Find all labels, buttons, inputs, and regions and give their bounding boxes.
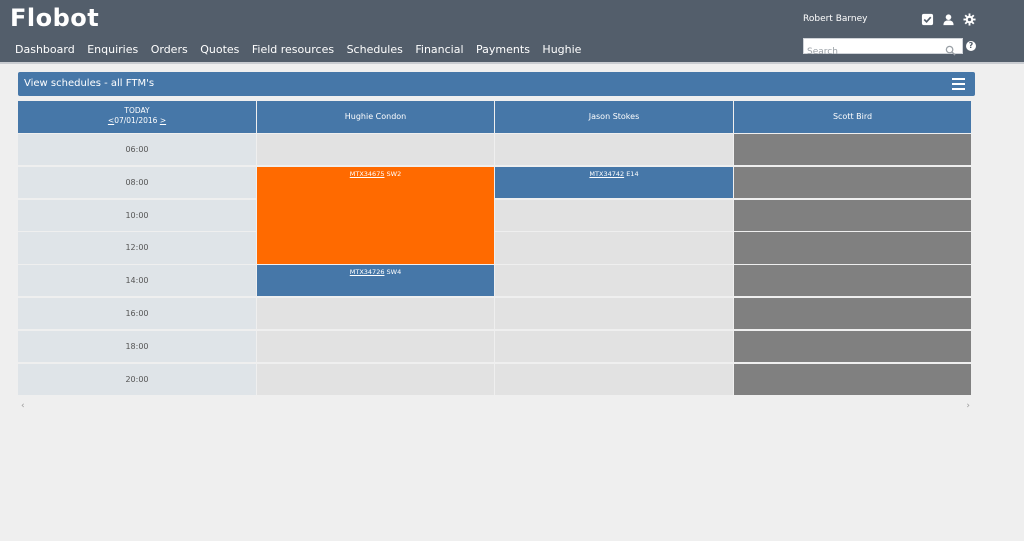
panel-header: View schedules - all FTM's <box>18 72 975 96</box>
date-header: TODAY <07/01/2016 > <box>18 101 256 133</box>
job-link[interactable]: MTX34726 <box>350 268 385 276</box>
panel-title: View schedules - all FTM's <box>24 78 155 89</box>
time-slot-label: 12:00 <box>18 232 256 264</box>
schedule-slot[interactable] <box>495 199 733 231</box>
search-input[interactable] <box>804 45 942 59</box>
time-slot-label: 06:00 <box>18 134 256 166</box>
schedule-slot[interactable] <box>257 134 494 166</box>
date-nav: <07/01/2016 > <box>18 116 256 126</box>
resource-header[interactable]: Scott Bird <box>734 101 971 133</box>
unavailable-slot <box>734 134 971 166</box>
nav-field-resources[interactable]: Field resources <box>252 43 334 56</box>
schedule-slot[interactable] <box>257 330 494 363</box>
schedule-slot[interactable] <box>495 232 733 264</box>
scroll-left-icon[interactable]: ‹ <box>21 401 25 411</box>
search-box <box>803 38 963 59</box>
current-date: 07/01/2016 <box>114 116 158 125</box>
next-day-button[interactable]: > <box>160 116 166 125</box>
menu-icon[interactable] <box>952 78 965 90</box>
time-slot-label: 20:00 <box>18 363 256 395</box>
job-postcode: SW2 <box>386 169 402 178</box>
job-block[interactable]: MTX34675 SW2 <box>257 166 494 264</box>
schedule-slot[interactable] <box>495 363 733 395</box>
nav-enquiries[interactable]: Enquiries <box>87 43 138 56</box>
schedule-grid: TODAY <07/01/2016 > Hughie Condon Jason Sto… <box>18 101 973 397</box>
main-nav: Dashboard Enquiries Orders Quotes Field … <box>15 43 594 56</box>
job-postcode: E14 <box>626 169 639 178</box>
time-slot-label: 08:00 <box>18 166 256 199</box>
nav-quotes[interactable]: Quotes <box>200 43 239 56</box>
unavailable-slot <box>734 363 971 395</box>
job-postcode: SW4 <box>386 268 402 277</box>
resource-header[interactable]: Hughie Condon <box>257 101 494 133</box>
nav-orders[interactable]: Orders <box>151 43 188 56</box>
user-name[interactable]: Robert Barney <box>803 14 868 24</box>
unavailable-slot <box>734 265 971 297</box>
schedule-slot[interactable] <box>495 134 733 166</box>
top-bar: Flobot Dashboard Enquiries Orders Quotes… <box>0 0 1024 64</box>
unavailable-slot <box>734 232 971 264</box>
nav-dashboard[interactable]: Dashboard <box>15 43 75 56</box>
app-logo[interactable]: Flobot <box>10 4 99 32</box>
job-block[interactable]: MTX34726 SW4 <box>257 265 494 297</box>
checkbox-icon[interactable] <box>920 12 934 26</box>
gear-icon[interactable] <box>962 12 976 26</box>
schedule-slot[interactable] <box>257 363 494 395</box>
unavailable-slot <box>734 298 971 330</box>
nav-financial[interactable]: Financial <box>415 43 463 56</box>
time-slot-label: 14:00 <box>18 265 256 297</box>
scroll-right-icon[interactable]: › <box>966 401 970 411</box>
schedule-slot[interactable] <box>495 298 733 330</box>
unavailable-slot <box>734 330 971 363</box>
job-link[interactable]: MTX34675 <box>350 170 385 178</box>
horizontal-scrollbar[interactable]: ‹ › <box>18 401 973 413</box>
today-label: TODAY <box>124 106 150 115</box>
top-icons <box>920 12 976 26</box>
job-block[interactable]: MTX34742 E14 <box>495 166 733 199</box>
time-slot-label: 18:00 <box>18 330 256 363</box>
schedule-slot[interactable] <box>495 330 733 363</box>
time-slot-label: 16:00 <box>18 298 256 330</box>
schedule-slot[interactable] <box>257 298 494 330</box>
time-slot-label: 10:00 <box>18 199 256 231</box>
nav-schedules[interactable]: Schedules <box>347 43 403 56</box>
help-icon[interactable]: ? <box>966 41 976 51</box>
unavailable-slot <box>734 166 971 199</box>
search-icon[interactable] <box>945 41 956 56</box>
schedule-slot[interactable] <box>495 265 733 297</box>
user-icon[interactable] <box>941 12 955 26</box>
nav-payments[interactable]: Payments <box>476 43 530 56</box>
unavailable-slot <box>734 199 971 231</box>
job-link[interactable]: MTX34742 <box>589 170 624 178</box>
nav-hughie[interactable]: Hughie <box>542 43 581 56</box>
resource-header[interactable]: Jason Stokes <box>495 101 733 133</box>
